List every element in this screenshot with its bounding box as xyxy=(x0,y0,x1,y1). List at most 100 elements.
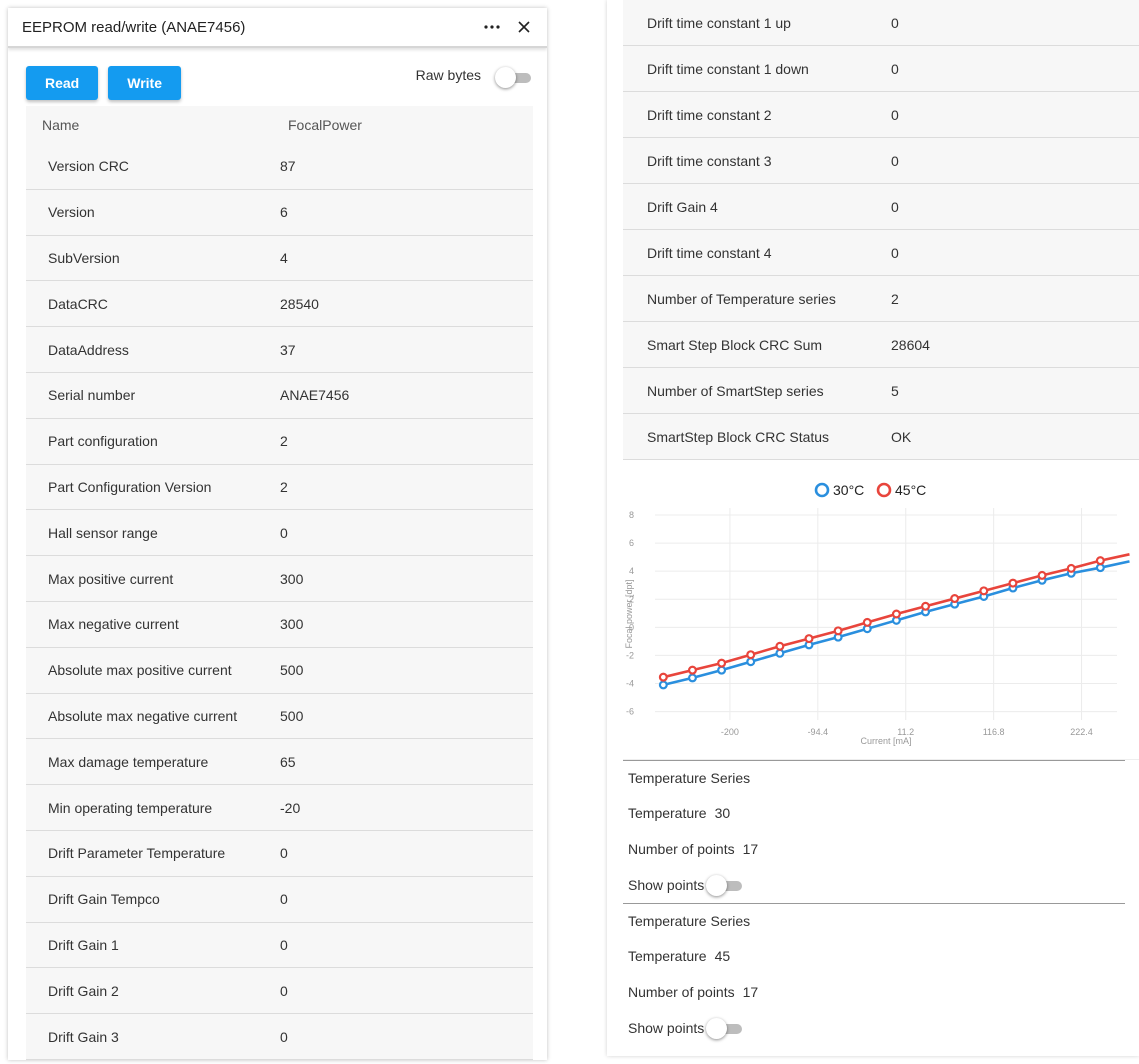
show-points-label: Show points xyxy=(628,877,705,893)
y-tick-label: -4 xyxy=(626,678,634,688)
row-name: Min operating temperature xyxy=(48,799,213,816)
data-point xyxy=(775,641,785,651)
row-name: Drift time constant 3 xyxy=(647,152,772,169)
data-point xyxy=(1008,578,1018,588)
temperature-line: Temperature 45 xyxy=(628,938,1139,974)
data-point xyxy=(862,617,872,627)
row-value: 2 xyxy=(280,433,288,450)
legend-label: 45°C xyxy=(895,482,926,498)
show-points-line: Show points xyxy=(628,1010,1139,1046)
row-value: 300 xyxy=(280,616,304,633)
data-point xyxy=(1037,570,1047,580)
column-header-focalpower: FocalPower xyxy=(288,117,362,133)
row-name: Max positive current xyxy=(48,570,174,587)
data-point xyxy=(658,672,668,682)
row-value: 300 xyxy=(280,570,304,587)
legend-marker[interactable] xyxy=(876,482,892,498)
row-name: Number of Temperature series xyxy=(647,290,836,307)
legend-marker[interactable] xyxy=(814,482,830,498)
table-row: Min operating temperature -20 xyxy=(26,785,533,831)
x-axis-label: Current [mA] xyxy=(860,736,911,746)
legend-label: 30°C xyxy=(833,482,864,498)
table-row: DataCRC 28540 xyxy=(26,281,533,328)
temperature-series-list: Temperature Series Temperature 30 Number of… xyxy=(607,760,1139,1046)
row-value: 0 xyxy=(280,1028,288,1045)
y-tick-label: 4 xyxy=(629,566,634,576)
row-value: 0 xyxy=(280,936,288,953)
temperature-label: Temperature xyxy=(628,805,707,821)
row-name: SmartStep Block CRC Status xyxy=(647,428,830,445)
row-name: Part configuration xyxy=(48,433,158,450)
table-row: Drift time constant 3 0 xyxy=(623,138,1139,184)
points-value: 17 xyxy=(742,984,759,1000)
row-value: 0 xyxy=(280,891,288,908)
table-row: Drift Gain 1 0 xyxy=(26,922,533,969)
row-value: 0 xyxy=(891,14,899,31)
row-name: Absolute max negative current xyxy=(48,707,238,724)
data-point xyxy=(1066,563,1076,573)
row-name: Drift time constant 1 up xyxy=(647,14,791,31)
row-name: Smart Step Block CRC Sum xyxy=(647,336,823,353)
series-title: Temperature Series xyxy=(628,913,751,929)
row-value: 500 xyxy=(280,662,304,679)
temperature-value: 45 xyxy=(714,948,731,964)
table-row: SubVersion 4 xyxy=(26,235,533,282)
row-value: 0 xyxy=(280,845,288,862)
series-title: Temperature Series xyxy=(628,770,751,786)
table-row: SmartStep Block CRC Status OK xyxy=(623,414,1139,460)
data-point xyxy=(717,665,727,675)
x-tick-label: 116.8 xyxy=(983,727,1005,737)
raw-bytes-toggle[interactable] xyxy=(495,67,531,88)
table-row: Drift Gain 2 0 xyxy=(26,968,533,1015)
points-label: Number of points xyxy=(628,984,735,1000)
write-button[interactable]: Write xyxy=(108,66,181,100)
row-value: 0 xyxy=(891,244,899,261)
more-horizontal-icon[interactable] xyxy=(481,16,503,38)
table-row: Part Configuration Version 2 xyxy=(26,464,533,511)
data-point xyxy=(687,665,697,675)
table-row: Version CRC 87 xyxy=(26,144,533,190)
row-value: ANAE7456 xyxy=(280,387,350,404)
row-value: 0 xyxy=(891,198,899,215)
row-name: Drift time constant 1 down xyxy=(647,60,809,77)
row-name: DataAddress xyxy=(48,341,129,358)
data-point xyxy=(717,658,727,668)
row-value: -20 xyxy=(280,799,301,816)
data-point xyxy=(775,648,785,658)
raw-bytes-label: Raw bytes xyxy=(415,67,481,83)
data-point xyxy=(921,601,931,611)
panel-header: EEPROM read/write (ANAE7456) xyxy=(8,8,547,48)
table-row: Part configuration 2 xyxy=(26,418,533,465)
data-point xyxy=(746,650,756,660)
table-row: Drift Gain Tempco 0 xyxy=(26,876,533,923)
details-table: Drift time constant 1 up 0 Drift time cons… xyxy=(623,0,1139,460)
row-name: Max negative current xyxy=(48,616,179,633)
row-value: 0 xyxy=(891,60,899,77)
temperature-line: Temperature 30 xyxy=(628,795,1139,831)
row-name: Hall sensor range xyxy=(48,524,158,541)
close-icon[interactable] xyxy=(513,16,535,38)
table-row: Hall sensor range 0 xyxy=(26,510,533,557)
row-name: Drift Gain Tempco xyxy=(48,891,160,908)
show-points-toggle[interactable] xyxy=(706,875,743,896)
table-row: Drift Gain 4 0 xyxy=(623,184,1139,230)
eeprom-panel: EEPROM read/write (ANAE7456) Read Write … xyxy=(8,8,547,1060)
row-name: Number of SmartStep series xyxy=(647,382,824,399)
details-panel: Drift time constant 1 up 0 Drift time cons… xyxy=(607,0,1139,1056)
x-tick-label: -94.4 xyxy=(808,727,829,737)
table-row: DataAddress 37 xyxy=(26,327,533,373)
row-name: Drift time constant 4 xyxy=(647,244,772,261)
row-name: Absolute max positive current xyxy=(48,662,232,679)
row-value: 2 xyxy=(280,478,288,495)
points-line: Number of points 17 xyxy=(628,974,1139,1010)
y-tick-label: -6 xyxy=(626,707,634,717)
data-point xyxy=(658,680,668,690)
data-point xyxy=(804,634,814,644)
y-axis-label: Focal power [dpt] xyxy=(624,579,634,648)
show-points-line: Show points xyxy=(628,867,1139,903)
show-points-toggle[interactable] xyxy=(706,1018,743,1039)
row-value: 0 xyxy=(891,106,899,123)
row-name: Serial number xyxy=(48,387,136,404)
read-button[interactable]: Read xyxy=(26,66,99,100)
table-row: Max damage temperature 65 xyxy=(26,739,533,786)
